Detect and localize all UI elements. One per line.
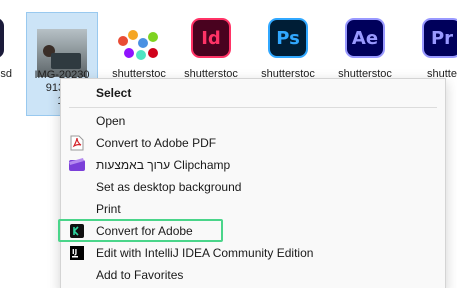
menu-item-label: Select [96, 86, 132, 100]
menu-item-print[interactable]: Print [61, 198, 445, 220]
menu-item-convert-to-adobe-pdf[interactable]: Convert to Adobe PDF [61, 132, 445, 154]
menu-item-select[interactable]: Select [61, 82, 445, 104]
menu-item-clipchamp[interactable]: ערוך באמצעות Clipchamp [61, 154, 445, 176]
file-osd-icon [0, 18, 4, 58]
menu-item-label: Open [96, 114, 126, 128]
menu-item-open[interactable]: Open [61, 110, 445, 132]
menu-item-label: Convert to Adobe PDF [96, 136, 217, 150]
menu-item-edit-with-intellij[interactable]: IJ Edit with IntelliJ IDEA Community Edi… [61, 242, 445, 264]
clipchamp-icon [69, 157, 85, 173]
intellij-icon: IJ [69, 245, 85, 261]
desktop: osd IMG-20230 913-W 1. shutterstoc Id sh… [0, 0, 457, 288]
menu-item-label: Set as desktop background [96, 180, 242, 194]
premiere-icon: Pr [422, 18, 457, 58]
photoshop-icon: Ps [268, 18, 308, 58]
menu-item-label: ערוך באמצעות Clipchamp [96, 158, 231, 172]
file-label: osd [0, 68, 12, 80]
highlight-box [58, 219, 223, 242]
menu-item-label: Edit with IntelliJ IDEA Community Editio… [96, 246, 314, 260]
menu-item-add-to-favorites[interactable]: Add to Favorites [61, 264, 445, 286]
after-effects-icon: Ae [345, 18, 385, 58]
menu-separator [69, 107, 437, 108]
image-mosaic-icon [116, 26, 162, 66]
menu-item-set-desktop-background[interactable]: Set as desktop background [61, 176, 445, 198]
svg-text:IJ: IJ [72, 248, 77, 256]
context-menu: Select Open Convert to Adobe PDF ערוך בא… [60, 78, 446, 288]
menu-item-label: Add to Favorites [96, 268, 184, 282]
indesign-icon: Id [191, 18, 231, 58]
adobe-pdf-icon [69, 135, 85, 151]
menu-item-label: Print [96, 202, 121, 216]
